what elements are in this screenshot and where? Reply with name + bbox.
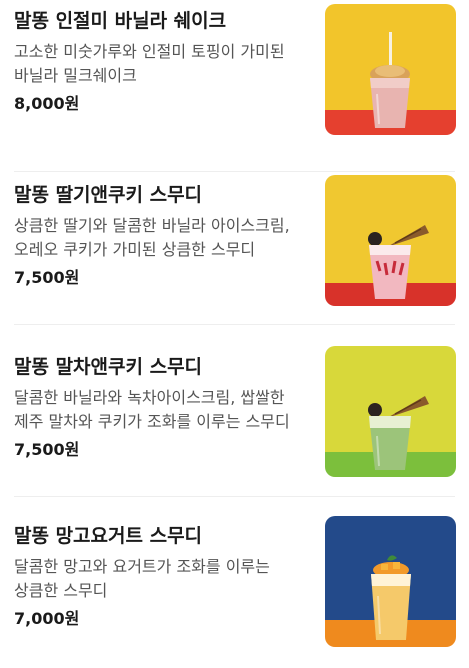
- matcha-cookie-smoothie-photo[interactable]: [325, 346, 456, 477]
- menu-item-mango-yogurt-smoothie[interactable]: 말똥 망고요거트 스무디 달콤한 망고와 요거트가 조화를 이루는 상큼한 스무…: [0, 496, 469, 668]
- menu-item-matcha-cookie-smoothie[interactable]: 말똥 말차앤쿠키 스무디 달콤한 바닐라와 녹차아이스크림, 쌉쌀한 제주 말차…: [0, 325, 469, 497]
- drink-image: [325, 516, 456, 647]
- menu-item-injeolmi-shake[interactable]: 말똥 인절미 바닐라 쉐이크 고소한 미숫가루와 인절미 토핑이 가미된 바닐라…: [0, 0, 469, 172]
- drink-image: [325, 4, 456, 135]
- menu-item-text: 말똥 말차앤쿠키 스무디 달콤한 바닐라와 녹차아이스크림, 쌉쌀한 제주 말차…: [14, 354, 304, 461]
- menu-item-name: 말똥 말차앤쿠키 스무디: [14, 356, 203, 378]
- drink-image: [325, 175, 456, 306]
- menu-item-name: 말똥 망고요거트 스무디: [14, 525, 203, 547]
- menu-item-strawberry-cookie-smoothie[interactable]: 말똥 딸기앤쿠키 스무디 상큼한 딸기와 달콤한 바닐라 아이스크림, 오레오 …: [0, 153, 469, 325]
- mango-yogurt-smoothie-photo[interactable]: [325, 516, 456, 647]
- menu-item-description: 고소한 미숫가루와 인절미 토핑이 가미된 바닐라 밀크쉐이크: [14, 42, 285, 85]
- injeolmi-shake-photo[interactable]: [325, 4, 456, 135]
- menu-item-description: 상큼한 딸기와 달콤한 바닐라 아이스크림, 오레오 쿠키가 가미된 상큼한 스…: [14, 216, 290, 259]
- drink-image: [325, 346, 456, 477]
- menu-item-price: 7,500원: [14, 440, 80, 459]
- strawberry-cookie-smoothie-photo[interactable]: [325, 175, 456, 306]
- menu-item-name: 말똥 딸기앤쿠키 스무디: [14, 184, 203, 206]
- menu-item-price: 7,500원: [14, 268, 80, 287]
- menu-list: 말똥 인절미 바닐라 쉐이크 고소한 미숫가루와 인절미 토핑이 가미된 바닐라…: [0, 0, 469, 662]
- menu-item-description: 달콤한 바닐라와 녹차아이스크림, 쌉쌀한 제주 말차와 쿠키가 조화를 이루는…: [14, 388, 290, 431]
- menu-item-name: 말똥 인절미 바닐라 쉐이크: [14, 10, 227, 32]
- menu-item-price: 8,000원: [14, 94, 80, 113]
- menu-item-text: 말똥 망고요거트 스무디 달콤한 망고와 요거트가 조화를 이루는 상큼한 스무…: [14, 523, 304, 630]
- menu-item-price: 7,000원: [14, 609, 80, 628]
- menu-item-text: 말똥 인절미 바닐라 쉐이크 고소한 미숫가루와 인절미 토핑이 가미된 바닐라…: [14, 8, 304, 115]
- menu-item-text: 말똥 딸기앤쿠키 스무디 상큼한 딸기와 달콤한 바닐라 아이스크림, 오레오 …: [14, 182, 304, 289]
- menu-item-description: 달콤한 망고와 요거트가 조화를 이루는 상큼한 스무디: [14, 557, 270, 600]
